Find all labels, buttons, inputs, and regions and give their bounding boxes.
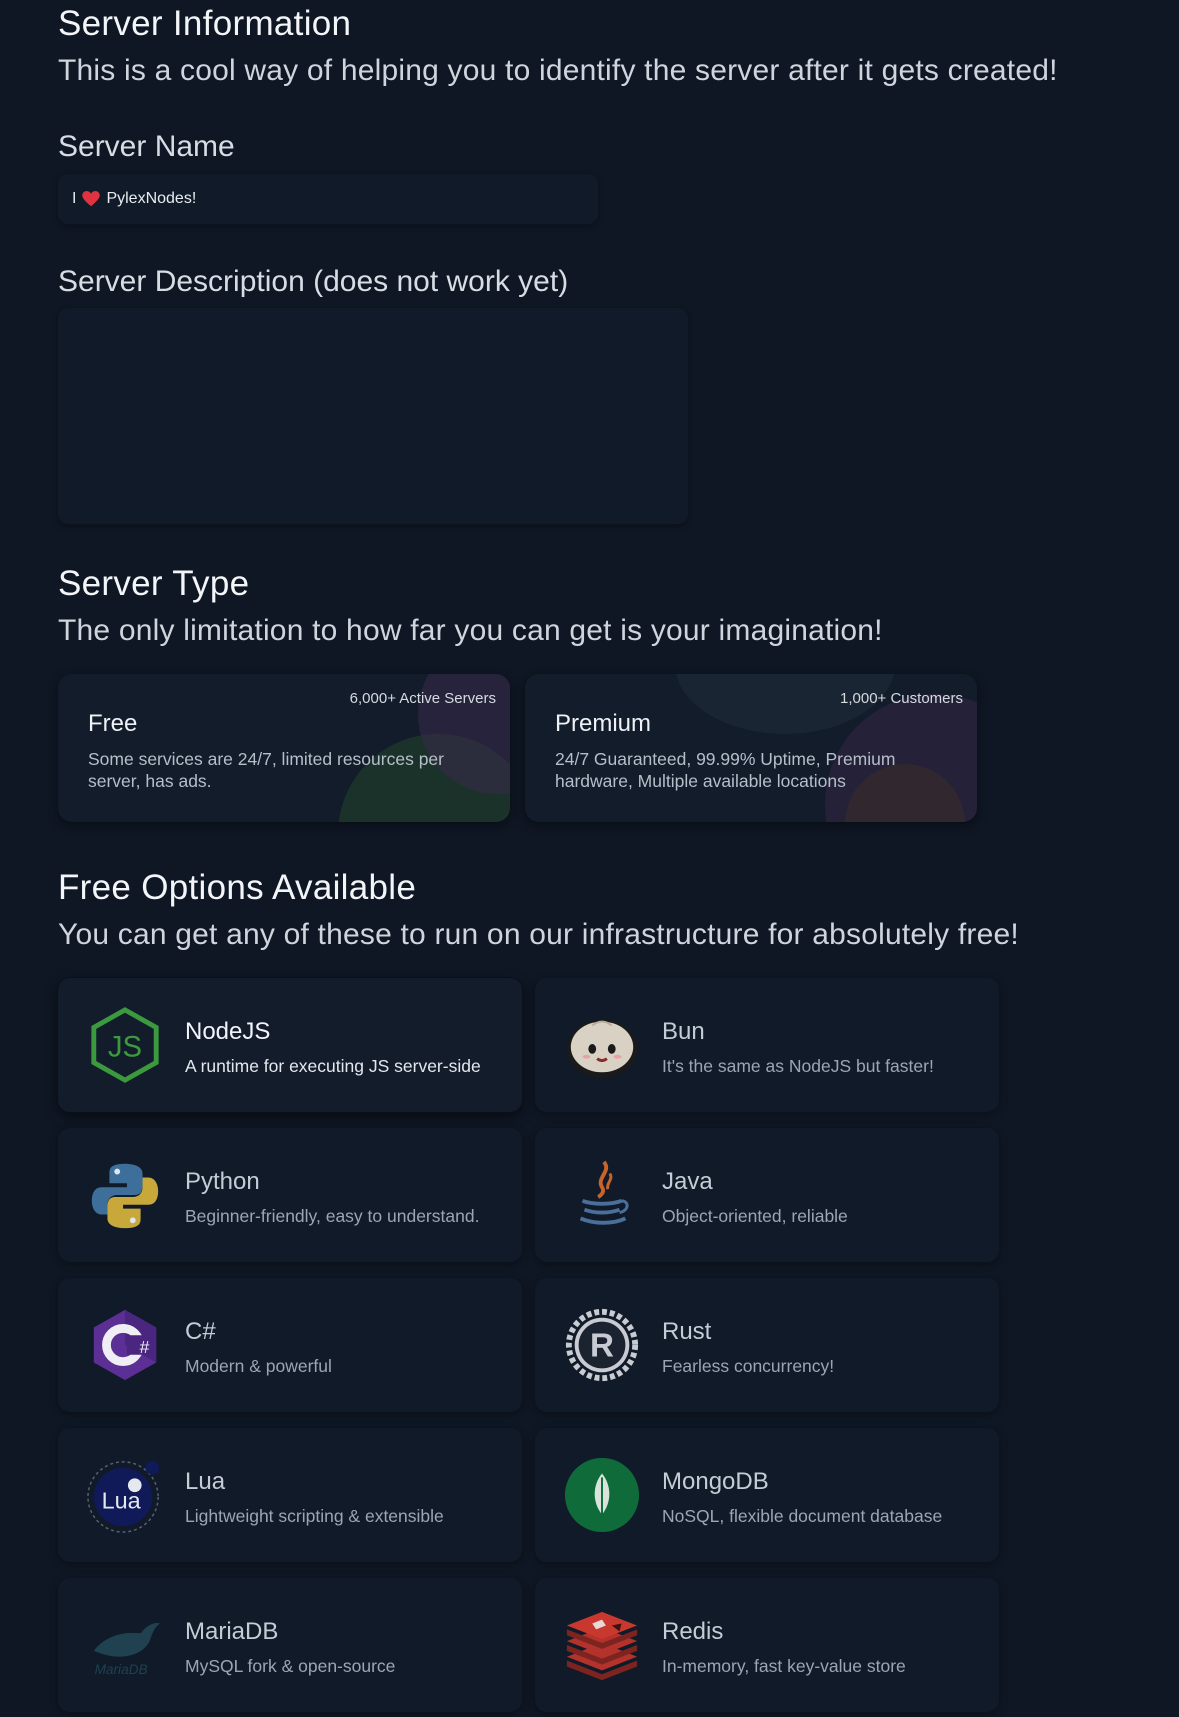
- option-name: NodeJS: [185, 1018, 271, 1045]
- server-description-label: Server Description (does not work yet): [58, 265, 569, 298]
- option-card-python[interactable]: Python Beginner-friendly, easy to unders…: [58, 1128, 522, 1262]
- option-description: It's the same as NodeJS but faster!: [662, 1056, 934, 1076]
- server-info-title: Server Information: [58, 4, 352, 43]
- free-options-title: Free Options Available: [58, 868, 417, 907]
- svg-text:JS: JS: [108, 1032, 142, 1064]
- java-icon: [579, 1160, 629, 1225]
- free-card-badge: 6,000+ Active Servers: [349, 690, 496, 707]
- option-description: Object-oriented, reliable: [662, 1206, 848, 1226]
- option-card-rust[interactable]: R Rust Fearless concurrency!: [535, 1278, 999, 1412]
- premium-card-name: Premium: [555, 710, 652, 737]
- nodejs-icon: JS: [91, 1007, 159, 1083]
- lua-icon: Lua: [87, 1460, 160, 1533]
- option-description: MySQL fork & open-source: [185, 1656, 396, 1676]
- server-name-input[interactable]: I PylexNodes!: [58, 174, 598, 224]
- svg-text:Lua: Lua: [102, 1488, 142, 1514]
- option-card-redis[interactable]: Redis In-memory, fast key-value store: [535, 1578, 999, 1712]
- free-card-name: Free: [88, 710, 138, 737]
- server-name-suffix: PylexNodes!: [106, 190, 197, 207]
- option-name: Python: [185, 1168, 260, 1195]
- bun-icon: [566, 1019, 638, 1079]
- option-card-bun[interactable]: Bun It's the same as NodeJS but faster!: [535, 978, 999, 1112]
- option-card-nodejs[interactable]: JS NodeJS A runtime for executing JS ser…: [58, 978, 522, 1112]
- server-type-card-free[interactable]: 6,000+ Active Servers Free Some services…: [58, 674, 510, 822]
- option-name: Lua: [185, 1468, 226, 1495]
- free-card-description: Some services are 24/7, limited resource…: [88, 749, 444, 791]
- rust-icon: R: [565, 1308, 639, 1382]
- option-name: MariaDB: [185, 1618, 279, 1645]
- option-name: Redis: [662, 1618, 724, 1645]
- python-icon: [91, 1163, 159, 1229]
- svg-text:MariaDB: MariaDB: [95, 1662, 148, 1677]
- server-type-card-premium[interactable]: 1,000+ Customers Premium 24/7 Guaranteed…: [525, 674, 977, 822]
- option-description: In-memory, fast key-value store: [662, 1656, 906, 1676]
- svg-text:R: R: [590, 1328, 614, 1365]
- server-info-subtitle: This is a cool way of helping you to ide…: [58, 54, 1058, 87]
- svg-text:#: #: [140, 1337, 150, 1357]
- option-name: Java: [662, 1168, 713, 1195]
- option-card-lua[interactable]: Lua Lua Lightweight scripting & extensib…: [58, 1428, 522, 1562]
- server-name-label: Server Name: [58, 130, 235, 163]
- option-description: Fearless concurrency!: [662, 1356, 835, 1376]
- option-description: Beginner-friendly, easy to understand.: [185, 1206, 480, 1226]
- option-name: MongoDB: [662, 1468, 769, 1495]
- option-card-mongodb[interactable]: MongoDB NoSQL, flexible document databas…: [535, 1428, 999, 1562]
- server-type-title: Server Type: [58, 564, 250, 603]
- premium-card-description: 24/7 Guaranteed, 99.99% Uptime, Premium …: [555, 749, 896, 791]
- option-description: NoSQL, flexible document database: [662, 1506, 943, 1526]
- mongodb-icon: [564, 1457, 640, 1533]
- option-card-mariadb[interactable]: MariaDB MariaDB MySQL fork & open-source: [58, 1578, 522, 1712]
- heart-icon: [82, 191, 101, 207]
- option-description: A runtime for executing JS server-side: [185, 1056, 481, 1076]
- server-name-prefix: I: [72, 190, 77, 207]
- server-description-textarea[interactable]: [58, 308, 688, 524]
- server-type-subtitle: The only limitation to how far you can g…: [58, 614, 883, 647]
- option-name: C#: [185, 1318, 216, 1345]
- option-description: Modern & powerful: [185, 1356, 332, 1376]
- mariadb-icon: MariaDB: [93, 1623, 161, 1677]
- premium-card-badge: 1,000+ Customers: [840, 690, 963, 707]
- option-name: Rust: [662, 1318, 712, 1345]
- option-name: Bun: [662, 1018, 705, 1045]
- csharp-icon: #: [93, 1309, 157, 1381]
- option-card-java[interactable]: Java Object-oriented, reliable: [535, 1128, 999, 1262]
- option-card-csharp[interactable]: # C# Modern & powerful: [58, 1278, 522, 1412]
- free-options-subtitle: You can get any of these to run on our i…: [58, 918, 1019, 951]
- option-description: Lightweight scripting & extensible: [185, 1506, 444, 1526]
- redis-icon: [566, 1611, 638, 1681]
